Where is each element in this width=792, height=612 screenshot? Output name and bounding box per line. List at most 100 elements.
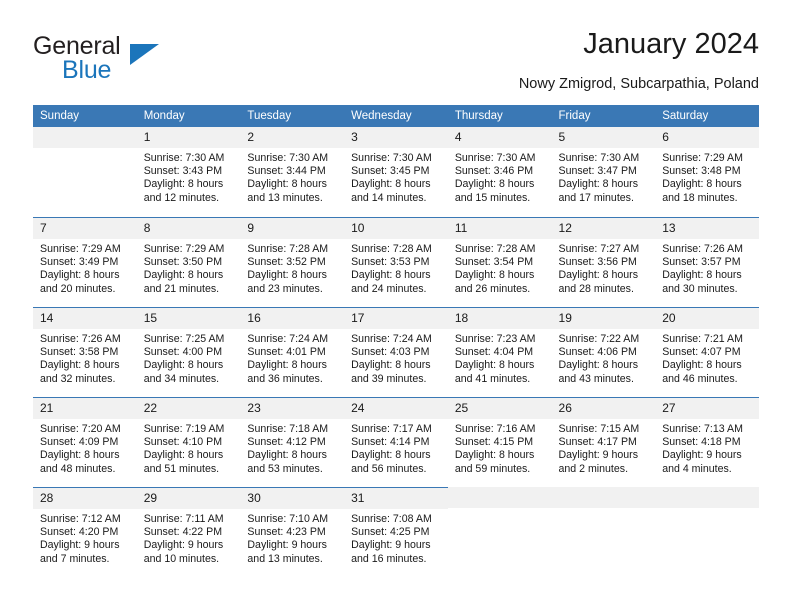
sunrise-time: Sunrise: 7:17 AM xyxy=(351,423,432,435)
daylight-duration-line1: Daylight: 8 hours xyxy=(351,359,431,372)
calendar-day-cell[interactable]: 24 Sunrise: 7:17 AM Sunset: 4:14 PM Dayligh… xyxy=(344,397,448,487)
daylight-duration-line1: Daylight: 9 hours xyxy=(143,539,224,552)
day-cell-empty xyxy=(655,487,759,577)
calendar-day-cell xyxy=(655,487,759,577)
calendar-day-cell[interactable]: 2 Sunrise: 7:30 AM Sunset: 3:44 PM Daylight… xyxy=(240,127,345,217)
daylight-duration-line1: Daylight: 8 hours xyxy=(143,269,224,282)
day-sun-info: Sunrise: 7:27 AM Sunset: 3:56 PM Daylight:… xyxy=(552,239,656,296)
daylight-duration-line2: and 21 minutes. xyxy=(143,282,220,295)
calendar-day-cell[interactable]: 13 Sunrise: 7:26 AM Sunset: 3:57 PM Dayligh… xyxy=(655,217,759,307)
day-sun-info: Sunrise: 7:29 AM Sunset: 3:50 PM Daylight:… xyxy=(137,239,241,296)
calendar-day-cell[interactable]: 26 Sunrise: 7:15 AM Sunset: 4:17 PM Dayligh… xyxy=(551,397,656,487)
sunrise-time: Sunrise: 7:30 AM xyxy=(351,152,432,164)
calendar-day-cell[interactable]: 6 Sunrise: 7:29 AM Sunset: 3:48 PM Daylight… xyxy=(655,127,759,217)
calendar-day-cell[interactable]: 3 Sunrise: 7:30 AM Sunset: 3:45 PM Daylight… xyxy=(344,127,448,217)
day-number: 8 xyxy=(136,218,241,239)
day-cell-content: 8 Sunrise: 7:29 AM Sunset: 3:50 PM Daylight… xyxy=(136,217,241,307)
day-number xyxy=(447,487,552,508)
daylight-duration-line2: and 53 minutes. xyxy=(247,462,323,475)
weekday-header-thursday: Thursday xyxy=(447,105,552,127)
day-cell-content: 3 Sunrise: 7:30 AM Sunset: 3:45 PM Daylight… xyxy=(344,127,448,217)
day-number xyxy=(33,127,137,148)
calendar-day-cell xyxy=(33,127,137,217)
calendar-day-cell[interactable]: 29 Sunrise: 7:11 AM Sunset: 4:22 PM Dayligh… xyxy=(136,487,241,577)
daylight-duration-line2: and 10 minutes. xyxy=(143,552,220,565)
sunset-time: Sunset: 3:46 PM xyxy=(454,165,534,178)
calendar-day-cell[interactable]: 15 Sunrise: 7:25 AM Sunset: 4:00 PM Dayligh… xyxy=(136,307,241,397)
day-number: 23 xyxy=(240,398,345,419)
day-number: 28 xyxy=(33,488,137,509)
day-number: 27 xyxy=(655,398,759,419)
calendar-day-cell[interactable]: 10 Sunrise: 7:28 AM Sunset: 3:53 PM Dayligh… xyxy=(344,217,448,307)
calendar-day-cell[interactable]: 14 Sunrise: 7:26 AM Sunset: 3:58 PM Dayligh… xyxy=(33,307,137,397)
day-sun-info: Sunrise: 7:17 AM Sunset: 4:14 PM Daylight:… xyxy=(344,419,448,476)
calendar-day-cell[interactable]: 12 Sunrise: 7:27 AM Sunset: 3:56 PM Dayligh… xyxy=(551,217,656,307)
daylight-duration-line2: and 41 minutes. xyxy=(454,372,531,385)
day-number: 6 xyxy=(655,127,759,148)
sunrise-time: Sunrise: 7:26 AM xyxy=(40,333,121,345)
sunrise-time: Sunrise: 7:29 AM xyxy=(662,152,743,164)
day-sun-info: Sunrise: 7:21 AM Sunset: 4:07 PM Daylight:… xyxy=(655,329,759,386)
calendar-day-cell[interactable]: 11 Sunrise: 7:28 AM Sunset: 3:54 PM Dayligh… xyxy=(447,217,552,307)
sunrise-sunset-calendar-table: Sunday Monday Tuesday Wednesday Thursday… xyxy=(33,105,759,577)
daylight-duration-line1: Daylight: 8 hours xyxy=(662,178,742,191)
calendar-day-cell[interactable]: 30 Sunrise: 7:10 AM Sunset: 4:23 PM Dayligh… xyxy=(240,487,345,577)
daylight-duration-line2: and 23 minutes. xyxy=(247,282,323,295)
day-sun-info: Sunrise: 7:18 AM Sunset: 4:12 PM Daylight:… xyxy=(240,419,344,476)
calendar-day-cell[interactable]: 1 Sunrise: 7:30 AM Sunset: 3:43 PM Daylight… xyxy=(136,127,241,217)
daylight-duration-line2: and 26 minutes. xyxy=(454,282,531,295)
calendar-day-cell[interactable]: 9 Sunrise: 7:28 AM Sunset: 3:52 PM Daylight… xyxy=(240,217,345,307)
calendar-day-cell[interactable]: 4 Sunrise: 7:30 AM Sunset: 3:46 PM Daylight… xyxy=(447,127,552,217)
day-number: 5 xyxy=(551,127,656,148)
calendar-day-cell[interactable]: 17 Sunrise: 7:24 AM Sunset: 4:03 PM Dayligh… xyxy=(344,307,448,397)
day-sun-info: Sunrise: 7:28 AM Sunset: 3:52 PM Daylight:… xyxy=(240,239,344,296)
sunset-time: Sunset: 4:04 PM xyxy=(454,346,534,359)
daylight-duration-line1: Daylight: 8 hours xyxy=(558,178,639,191)
day-number: 2 xyxy=(240,127,345,148)
sunset-time: Sunset: 4:06 PM xyxy=(558,346,637,359)
sunset-time: Sunset: 4:01 PM xyxy=(247,346,326,359)
sunset-time: Sunset: 3:43 PM xyxy=(143,165,223,178)
calendar-day-cell[interactable]: 25 Sunrise: 7:16 AM Sunset: 4:15 PM Dayligh… xyxy=(447,397,552,487)
day-cell-content: 28 Sunrise: 7:12 AM Sunset: 4:20 PM Dayligh… xyxy=(33,487,137,577)
calendar-day-cell[interactable]: 28 Sunrise: 7:12 AM Sunset: 4:20 PM Dayligh… xyxy=(33,487,137,577)
day-cell-content: 11 Sunrise: 7:28 AM Sunset: 3:54 PM Dayligh… xyxy=(447,217,552,307)
day-number: 3 xyxy=(344,127,448,148)
calendar-week-row: 7 Sunrise: 7:29 AM Sunset: 3:49 PM Daylight… xyxy=(33,217,759,307)
calendar-day-cell[interactable]: 7 Sunrise: 7:29 AM Sunset: 3:49 PM Daylight… xyxy=(33,217,137,307)
calendar-day-cell[interactable]: 21 Sunrise: 7:20 AM Sunset: 4:09 PM Dayligh… xyxy=(33,397,137,487)
calendar-day-cell[interactable]: 23 Sunrise: 7:18 AM Sunset: 4:12 PM Dayligh… xyxy=(240,397,345,487)
calendar-day-cell[interactable]: 22 Sunrise: 7:19 AM Sunset: 4:10 PM Dayligh… xyxy=(136,397,241,487)
sunset-time: Sunset: 4:25 PM xyxy=(351,526,430,539)
day-number: 13 xyxy=(655,218,759,239)
calendar-day-cell[interactable]: 8 Sunrise: 7:29 AM Sunset: 3:50 PM Daylight… xyxy=(136,217,241,307)
day-number: 30 xyxy=(240,488,345,509)
sunrise-time: Sunrise: 7:28 AM xyxy=(247,243,329,255)
sunset-time: Sunset: 4:10 PM xyxy=(143,436,223,449)
calendar-day-cell[interactable]: 18 Sunrise: 7:23 AM Sunset: 4:04 PM Dayligh… xyxy=(447,307,552,397)
daylight-duration-line1: Daylight: 8 hours xyxy=(454,269,535,282)
day-cell-content: 29 Sunrise: 7:11 AM Sunset: 4:22 PM Dayligh… xyxy=(136,487,241,577)
day-cell-empty xyxy=(33,127,137,217)
day-cell-content: 19 Sunrise: 7:22 AM Sunset: 4:06 PM Dayligh… xyxy=(551,307,656,397)
page-header: General Blue January 2024 Nowy Zmigrod, … xyxy=(33,28,759,98)
calendar-day-cell[interactable]: 27 Sunrise: 7:13 AM Sunset: 4:18 PM Dayligh… xyxy=(655,397,759,487)
calendar-day-cell[interactable]: 16 Sunrise: 7:24 AM Sunset: 4:01 PM Dayligh… xyxy=(240,307,345,397)
calendar-day-cell[interactable]: 5 Sunrise: 7:30 AM Sunset: 3:47 PM Daylight… xyxy=(551,127,656,217)
daylight-duration-line2: and 56 minutes. xyxy=(351,462,427,475)
calendar-week-row: 1 Sunrise: 7:30 AM Sunset: 3:43 PM Daylight… xyxy=(33,127,759,217)
day-cell-content: 26 Sunrise: 7:15 AM Sunset: 4:17 PM Dayligh… xyxy=(551,397,656,487)
daylight-duration-line1: Daylight: 8 hours xyxy=(558,269,639,282)
daylight-duration-line2: and 43 minutes. xyxy=(558,372,634,385)
calendar-day-cell[interactable]: 19 Sunrise: 7:22 AM Sunset: 4:06 PM Dayligh… xyxy=(551,307,656,397)
day-cell-empty xyxy=(551,487,656,577)
day-cell-content: 22 Sunrise: 7:19 AM Sunset: 4:10 PM Dayligh… xyxy=(136,397,241,487)
calendar-day-cell[interactable]: 31 Sunrise: 7:08 AM Sunset: 4:25 PM Dayligh… xyxy=(344,487,448,577)
sunrise-time: Sunrise: 7:30 AM xyxy=(247,152,329,164)
daylight-duration-line2: and 12 minutes. xyxy=(143,191,220,204)
calendar-day-cell[interactable]: 20 Sunrise: 7:21 AM Sunset: 4:07 PM Dayligh… xyxy=(655,307,759,397)
page-subtitle-location: Nowy Zmigrod, Subcarpathia, Poland xyxy=(518,76,759,92)
day-number: 29 xyxy=(136,488,241,509)
daylight-duration-line2: and 2 minutes. xyxy=(558,462,629,475)
day-cell-content: 15 Sunrise: 7:25 AM Sunset: 4:00 PM Dayligh… xyxy=(136,307,241,397)
